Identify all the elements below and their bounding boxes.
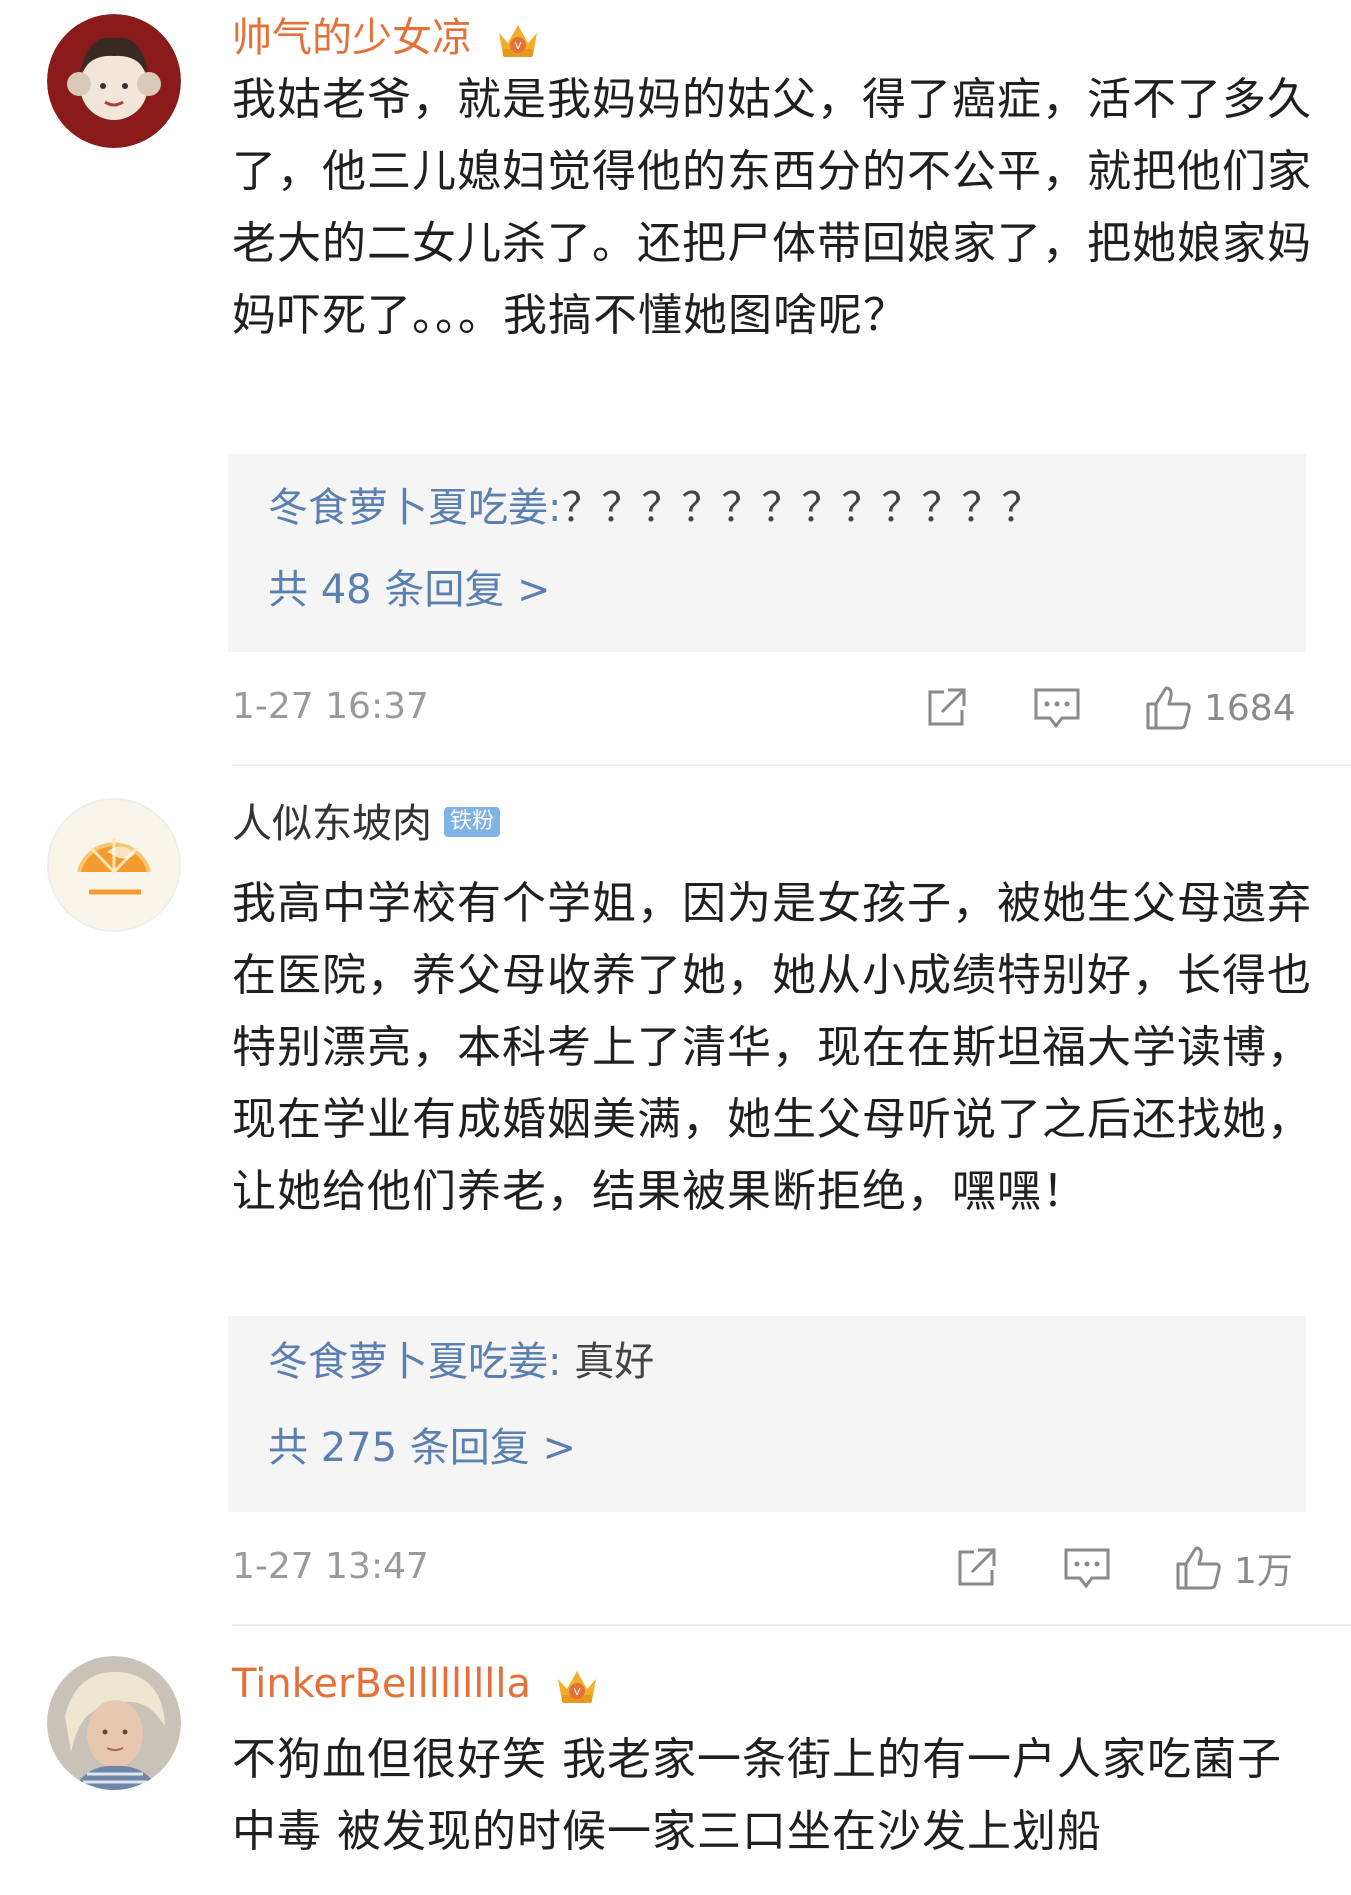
svg-text:V: V — [514, 41, 521, 52]
comment-text: 不狗血但很好笑 我老家一条街上的有一户人家吃菌子中毒 被发现的时候一家三口坐在沙… — [232, 1734, 1282, 1857]
like-button[interactable]: 1684 — [1142, 678, 1296, 738]
like-button[interactable]: 1万 — [1172, 1538, 1293, 1598]
svg-text:V: V — [573, 1687, 580, 1698]
like-count: 1684 — [1204, 687, 1296, 729]
reply-username[interactable]: 冬食萝卜夏吃姜: — [268, 485, 561, 531]
username-text[interactable]: 人似东坡肉 — [232, 801, 432, 847]
reply-username[interactable]: 冬食萝卜夏吃姜: — [268, 1339, 561, 1385]
comment-text: 我高中学校有个学姐，因为是女孩子，被她生父母遗弃在医院，养父母收养了她，她从小成… — [232, 878, 1312, 1217]
comment-icon — [1032, 684, 1082, 732]
share-icon — [952, 1544, 1000, 1592]
comment-text: 我姑老爷，就是我妈妈的姑父，得了癌症，活不了多久了，他三儿媳妇觉得他的东西分的不… — [232, 74, 1312, 341]
reply-preview[interactable]: 冬食萝卜夏吃姜:？？？？？？？？？？？？ 共 48 条回复 > — [228, 454, 1306, 652]
view-replies-link[interactable]: 共 48 条回复 > — [268, 566, 551, 614]
share-button[interactable] — [952, 1538, 1000, 1598]
username-text[interactable]: TinkerBellllllllla — [232, 1661, 531, 1707]
like-icon — [1142, 682, 1194, 734]
view-replies-link[interactable]: 共 275 条回复 > — [268, 1424, 576, 1472]
like-count: 1万 — [1234, 1551, 1293, 1592]
crown-vip-icon: V — [554, 1665, 600, 1707]
divider — [232, 1624, 1351, 1626]
timestamp: 1-27 13:47 — [232, 1546, 429, 1587]
username-text[interactable]: 帅气的少女凉 — [232, 15, 472, 61]
username[interactable]: TinkerBellllllllla V — [232, 1660, 600, 1708]
divider — [232, 764, 1351, 766]
fan-badge: 铁粉 — [444, 807, 501, 837]
reply-text: 真好 — [574, 1339, 655, 1385]
avatar[interactable] — [47, 1656, 181, 1790]
share-button[interactable] — [922, 678, 970, 738]
reply-button[interactable] — [1032, 678, 1082, 738]
username[interactable]: 人似东坡肉 铁粉 — [232, 800, 501, 848]
comment-icon — [1062, 1544, 1112, 1592]
comment-meta: 1-27 16:37 1684 — [232, 678, 1306, 738]
share-icon — [922, 684, 970, 732]
like-icon — [1172, 1542, 1224, 1594]
reply-button[interactable] — [1062, 1538, 1112, 1598]
reply-line: 冬食萝卜夏吃姜: 真好 — [268, 1338, 654, 1386]
reply-text: ？？？？？？？？？？？？ — [561, 485, 1042, 531]
reply-line: 冬食萝卜夏吃姜:？？？？？？？？？？？？ — [268, 484, 1041, 532]
avatar[interactable] — [47, 798, 181, 932]
timestamp: 1-27 16:37 — [232, 686, 429, 727]
reply-preview[interactable]: 冬食萝卜夏吃姜: 真好 共 275 条回复 > — [228, 1316, 1306, 1512]
comment-meta: 1-27 13:47 1万 — [232, 1538, 1306, 1598]
avatar[interactable] — [47, 14, 181, 148]
username[interactable]: 帅气的少女凉 V — [232, 14, 541, 62]
crown-vip-icon: V — [495, 19, 541, 61]
